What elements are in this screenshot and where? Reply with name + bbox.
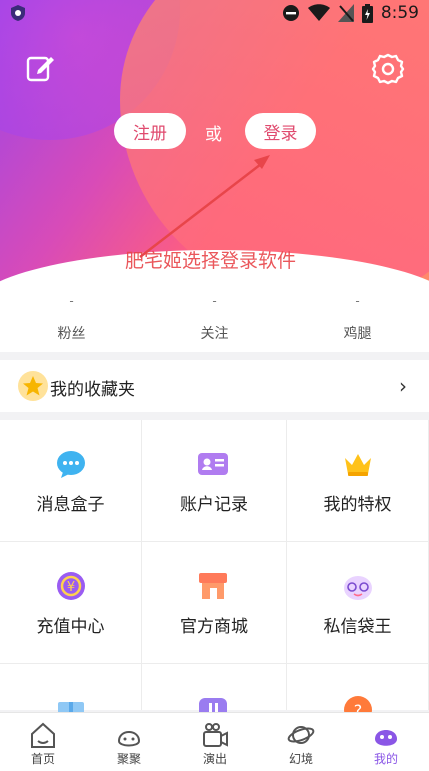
group-icon bbox=[117, 731, 141, 747]
coin-icon: ¥ bbox=[57, 572, 85, 600]
grid-item-label: 消息盒子 bbox=[36, 495, 105, 515]
grid-item-label: 官方商城 bbox=[180, 617, 248, 637]
nav-label: 聚聚 bbox=[116, 752, 141, 766]
stat-fans[interactable]: - 粉丝 bbox=[0, 293, 143, 343]
home-icon bbox=[31, 722, 55, 748]
favorites-label: 我的收藏夹 bbox=[50, 380, 135, 400]
profile-icon bbox=[375, 730, 397, 746]
stat-drumsticks[interactable]: - 鸡腿 bbox=[286, 293, 429, 343]
stat-label: 关注 bbox=[200, 326, 229, 342]
nav-label: 首页 bbox=[30, 752, 55, 766]
login-button[interactable]: 登录 bbox=[245, 113, 316, 149]
edit-icon[interactable] bbox=[24, 52, 56, 84]
grid-item-help[interactable]: ? bbox=[287, 664, 429, 724]
or-label: 或 bbox=[205, 125, 222, 145]
nav-label: 演出 bbox=[202, 752, 227, 766]
no-signal-icon bbox=[337, 4, 354, 22]
bottom-nav: 首页 聚聚 演出 幻境 我的 bbox=[0, 712, 429, 771]
stat-label: 粉丝 bbox=[57, 326, 86, 342]
status-time: 8:59 bbox=[380, 3, 419, 23]
stat-value: - bbox=[69, 294, 74, 308]
battery-charging-icon bbox=[361, 3, 373, 23]
grid-item-my-privileges[interactable]: 我的特权 bbox=[287, 420, 429, 542]
stat-value: - bbox=[355, 294, 360, 308]
id-card-icon bbox=[198, 453, 228, 475]
nav-group[interactable]: 聚聚 bbox=[86, 713, 172, 771]
stat-label: 鸡腿 bbox=[343, 326, 372, 342]
svg-text:¥: ¥ bbox=[67, 580, 75, 595]
grid-item-label: 充值中心 bbox=[36, 617, 105, 637]
grid-item-private-message[interactable]: 私信袋王 bbox=[287, 542, 429, 664]
star-icon bbox=[18, 371, 48, 401]
grid-item-label: 我的特权 bbox=[323, 495, 392, 515]
nav-fantasy[interactable]: 幻境 bbox=[258, 713, 344, 771]
mascot-icon bbox=[344, 576, 372, 600]
nav-label: 幻境 bbox=[288, 752, 313, 766]
nav-label: 我的 bbox=[373, 752, 398, 766]
planet-icon bbox=[287, 726, 315, 744]
favorites-row[interactable]: 我的收藏夹 › bbox=[0, 360, 429, 412]
grid-item-recharge-center[interactable]: ¥ 充值中心 bbox=[0, 542, 142, 664]
grid-item-account-records[interactable]: 账户记录 bbox=[142, 420, 287, 542]
stat-value: - bbox=[212, 294, 217, 308]
shop-icon bbox=[199, 573, 227, 599]
do-not-disturb-icon bbox=[282, 5, 299, 21]
nav-profile[interactable]: 我的 bbox=[343, 713, 429, 771]
grid-item-official-shop[interactable]: 官方商城 bbox=[142, 542, 287, 664]
stat-following[interactable]: - 关注 bbox=[143, 293, 286, 343]
camera-icon bbox=[203, 723, 228, 747]
grid-item-gift[interactable] bbox=[0, 664, 142, 722]
grid-item-message-box[interactable]: 消息盒子 bbox=[0, 420, 142, 542]
message-bubble-icon bbox=[57, 451, 85, 478]
annotation-text: 肥宅姬选择登录软件 bbox=[125, 250, 297, 272]
wifi-icon bbox=[307, 4, 330, 21]
nav-home[interactable]: 首页 bbox=[0, 713, 86, 771]
status-bar: 8:59 bbox=[0, 0, 429, 26]
grid-item-label: 账户记录 bbox=[180, 495, 248, 515]
nav-performance[interactable]: 演出 bbox=[172, 713, 258, 771]
grid-item-label: 私信袋王 bbox=[323, 617, 392, 637]
feature-grid: 消息盒子 账户记录 我的特权 ¥ 充值中心 官方商城 私信袋王 ? bbox=[0, 420, 429, 724]
settings-gear-icon[interactable] bbox=[371, 52, 405, 86]
stats-row: - 粉丝 - 关注 - 鸡腿 bbox=[0, 285, 429, 352]
grid-item-music[interactable] bbox=[142, 664, 287, 724]
crown-icon bbox=[345, 454, 371, 476]
shield-icon bbox=[11, 5, 25, 21]
status-icons: 8:59 bbox=[282, 2, 419, 24]
chevron-right-icon: › bbox=[399, 374, 407, 398]
register-button[interactable]: 注册 bbox=[114, 113, 186, 149]
